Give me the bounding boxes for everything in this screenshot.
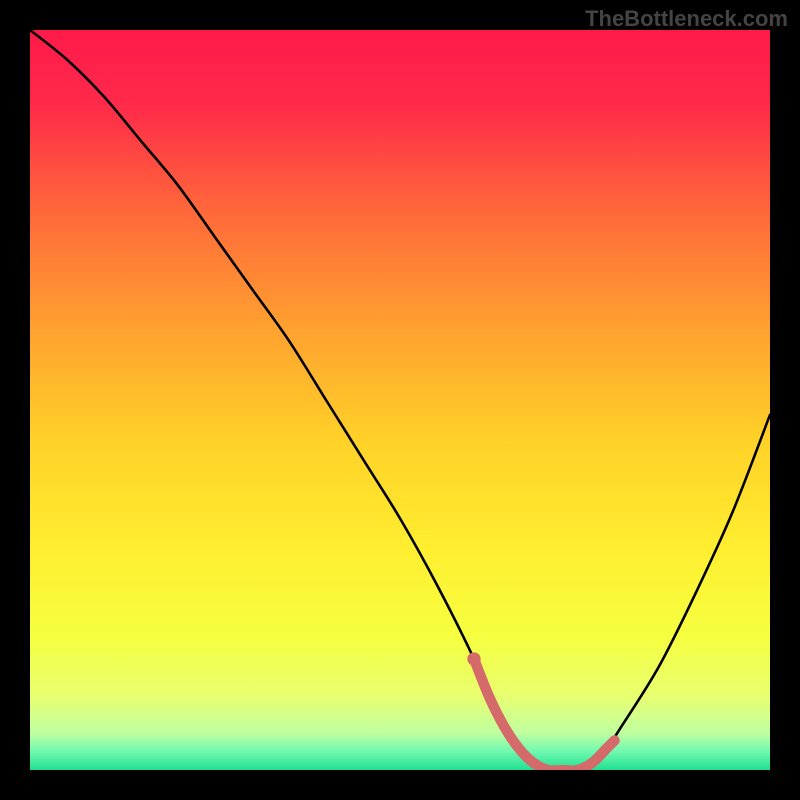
plot-area — [30, 30, 770, 770]
chart-container: TheBottleneck.com — [0, 0, 800, 800]
highlight-dot-icon — [467, 652, 480, 665]
curve-layer — [30, 30, 770, 770]
highlight-segment — [474, 659, 615, 770]
bottleneck-curve — [30, 30, 770, 770]
watermark-text: TheBottleneck.com — [585, 6, 788, 32]
